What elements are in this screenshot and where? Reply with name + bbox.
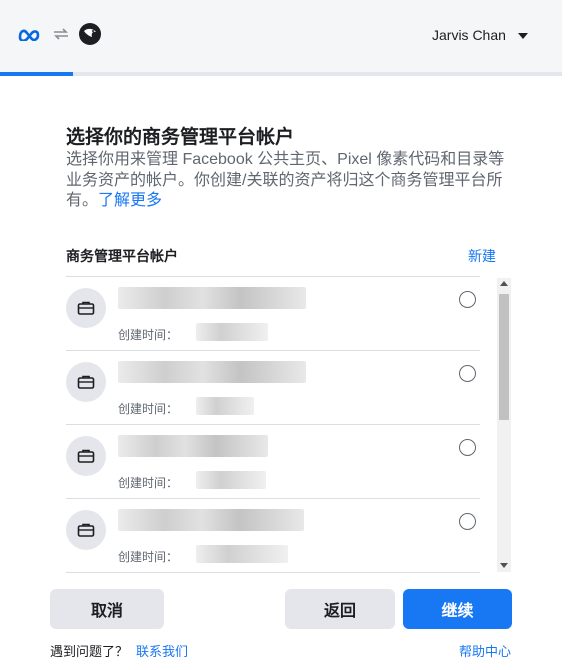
created-date-redacted [196, 471, 266, 489]
cancel-button[interactable]: 取消 [50, 589, 164, 629]
briefcase-icon [66, 510, 106, 550]
created-label: 创建时间： [118, 550, 179, 564]
page-title: 选择你的商务管理平台帐户 [66, 127, 295, 148]
created-date-redacted [196, 323, 268, 341]
user-name: Jarvis Chan [432, 27, 506, 43]
created-label: 创建时间： [118, 402, 179, 416]
help-center-link[interactable]: 帮助中心 [459, 641, 511, 660]
account-row[interactable]: 创建时间： [66, 351, 480, 425]
list-header: 商务管理平台帐户 新建 [66, 246, 496, 266]
briefcase-icon [66, 362, 106, 402]
list-header-title: 商务管理平台帐户 [66, 248, 178, 264]
scroll-down-arrow-icon[interactable] [500, 563, 508, 568]
user-menu[interactable]: Jarvis Chan [432, 27, 528, 43]
account-radio[interactable] [459, 439, 476, 456]
meta-logo-icon [18, 29, 40, 41]
created-date-redacted [196, 397, 254, 415]
learn-more-link[interactable]: 了解更多 [98, 192, 162, 209]
account-name-redacted [118, 509, 304, 531]
footer-help-prompt: 遇到问题了？ 联系我们 [50, 641, 188, 660]
app-bird-icon [79, 23, 101, 45]
footer-question: 遇到问题了？ [50, 644, 129, 659]
list-scrollbar[interactable] [497, 278, 511, 572]
briefcase-icon [66, 288, 106, 328]
account-row[interactable]: 创建时间： [66, 499, 480, 573]
caret-down-icon [517, 33, 528, 39]
account-radio[interactable] [459, 365, 476, 382]
contact-us-link[interactable]: 联系我们 [136, 644, 188, 659]
account-radio[interactable] [459, 291, 476, 308]
account-list: 创建时间： 创建时间： 创建时间： 创建时间： [66, 276, 480, 573]
top-bar: Jarvis Chan [0, 0, 562, 73]
created-label: 创建时间： [118, 476, 179, 490]
account-radio[interactable] [459, 513, 476, 530]
created-label: 创建时间： [118, 328, 179, 342]
account-name-redacted [118, 435, 268, 457]
sync-arrows-icon [54, 28, 68, 40]
app-logos [18, 22, 102, 46]
created-date-redacted [196, 545, 288, 563]
progress-fill [0, 72, 74, 76]
new-account-link[interactable]: 新建 [468, 246, 496, 266]
account-name-redacted [118, 361, 306, 383]
account-row[interactable]: 创建时间： [66, 425, 480, 499]
scroll-up-arrow-icon[interactable] [500, 281, 508, 286]
continue-button[interactable]: 继续 [403, 589, 512, 629]
progress-bar [0, 72, 562, 76]
account-row[interactable]: 创建时间： [66, 277, 480, 351]
back-button[interactable]: 返回 [285, 589, 395, 629]
scroll-thumb[interactable] [499, 294, 509, 420]
briefcase-icon [66, 436, 106, 476]
page-description: 选择你用来管理 Facebook 公共主页、Pixel 像素代码和目录等业务资产… [66, 150, 506, 212]
account-name-redacted [118, 287, 306, 309]
